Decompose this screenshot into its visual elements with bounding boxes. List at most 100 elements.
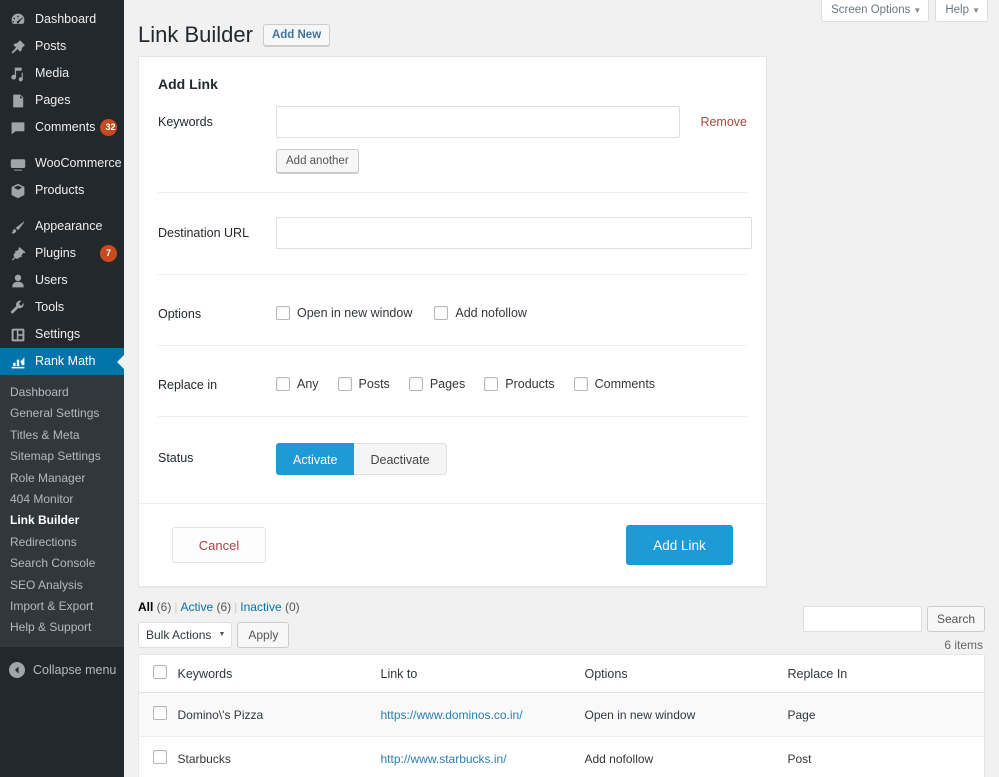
woocommerce-icon (9, 155, 27, 173)
row-checkbox[interactable] (153, 706, 167, 720)
checkbox-icon[interactable] (434, 306, 448, 320)
submenu-item-link-builder[interactable]: Link Builder (0, 510, 124, 531)
sidebar-item-plugins[interactable]: Plugins7 (0, 240, 124, 267)
submenu-item-titles-meta[interactable]: Titles & Meta (0, 425, 124, 446)
search-button[interactable]: Search (927, 606, 985, 632)
submenu-item-help-support[interactable]: Help & Support (0, 617, 124, 638)
submenu-item-dashboard[interactable]: Dashboard (0, 382, 124, 403)
add-another-row: Add another (139, 138, 766, 192)
submenu-item-role-manager[interactable]: Role Manager (0, 468, 124, 489)
cell-replace-in: Post (788, 737, 985, 777)
admin-page: DashboardPostsMediaPagesComments32WooCom… (0, 0, 999, 777)
replace-checkbox-comments[interactable]: Comments (574, 377, 655, 391)
search-input[interactable] (803, 606, 922, 632)
chevron-down-icon: ▼ (218, 623, 225, 647)
apply-button[interactable]: Apply (237, 622, 289, 648)
sidebar-item-woocommerce[interactable]: WooCommerce (0, 150, 124, 177)
submenu-item-redirections[interactable]: Redirections (0, 532, 124, 553)
sidebar-item-comments[interactable]: Comments32 (0, 114, 124, 141)
filter-link-inactive[interactable]: Inactive (0) (240, 600, 299, 614)
table-header-row: Keywords Link to Options Replace In (139, 655, 985, 693)
remove-keyword-link[interactable]: Remove (700, 115, 747, 129)
replace-checkbox-any[interactable]: Any (276, 377, 319, 391)
sidebar-item-pages[interactable]: Pages (0, 87, 124, 114)
sidebar-item-label: Rank Math (35, 348, 124, 375)
add-new-button[interactable]: Add New (263, 24, 330, 46)
sidebar-item-products[interactable]: Products (0, 177, 124, 204)
replace-checkbox-pages[interactable]: Pages (409, 377, 465, 391)
cancel-button[interactable]: Cancel (172, 527, 266, 563)
submenu-item-search-console[interactable]: Search Console (0, 553, 124, 574)
checkbox-icon[interactable] (276, 306, 290, 320)
destination-row: Destination URL (139, 193, 766, 274)
link-to-url[interactable]: http://www.starbucks.in/ (381, 752, 507, 766)
add-link-submit-button[interactable]: Add Link (626, 525, 733, 565)
checkbox-icon[interactable] (409, 377, 423, 391)
sidebar-item-label: Plugins (35, 240, 95, 267)
sidebar-item-settings[interactable]: Settings (0, 321, 124, 348)
select-all-checkbox[interactable] (153, 665, 167, 679)
filter-link-all[interactable]: All (6) (138, 600, 171, 614)
add-another-button[interactable]: Add another (276, 149, 359, 173)
checkbox-icon[interactable] (484, 377, 498, 391)
submenu-item-404-monitor[interactable]: 404 Monitor (0, 489, 124, 510)
sidebar-item-dashboard[interactable]: Dashboard (0, 6, 124, 33)
option-checkbox-add-nofollow[interactable]: Add nofollow (434, 306, 527, 320)
spacer (158, 149, 276, 158)
main-content: Screen Options ▼ Help ▼ Link Builder Add… (124, 0, 999, 777)
sidebar-item-posts[interactable]: Posts (0, 33, 124, 60)
brush-icon (9, 218, 27, 236)
replace-checkbox-posts[interactable]: Posts (338, 377, 390, 391)
keywords-label: Keywords (158, 106, 276, 129)
screen-options-label: Screen Options (831, 4, 910, 16)
replace-checkbox-products[interactable]: Products (484, 377, 554, 391)
submenu-item-general-settings[interactable]: General Settings (0, 403, 124, 424)
cell-link-to: http://www.starbucks.in/ (381, 737, 585, 777)
checkbox-label: Pages (430, 377, 465, 391)
checkbox-icon[interactable] (276, 377, 290, 391)
screen-options-button[interactable]: Screen Options ▼ (821, 0, 929, 22)
table-body: Domino\'s Pizzahttps://www.dominos.co.in… (139, 693, 985, 777)
help-button[interactable]: Help ▼ (935, 0, 988, 22)
link-to-url[interactable]: https://www.dominos.co.in/ (381, 708, 523, 722)
sidebar-item-users[interactable]: Users (0, 267, 124, 294)
submenu-item-import-export[interactable]: Import & Export (0, 596, 124, 617)
card-title: Add Link (139, 57, 766, 92)
checkbox-label: Any (297, 377, 319, 391)
sidebar-item-media[interactable]: Media (0, 60, 124, 87)
sidebar-item-tools[interactable]: Tools (0, 294, 124, 321)
select-all-header (139, 655, 178, 693)
sidebar-item-appearance[interactable]: Appearance (0, 213, 124, 240)
deactivate-button[interactable]: Deactivate (354, 443, 446, 475)
sidebar-item-label: Products (35, 177, 124, 204)
sidebar-item-label: Posts (35, 33, 124, 60)
column-header-replace-in[interactable]: Replace In (788, 655, 985, 693)
activate-button[interactable]: Activate (276, 443, 354, 475)
destination-url-input[interactable] (276, 217, 752, 249)
options-row: Options Open in new windowAdd nofollow (139, 275, 766, 345)
checkbox-label: Posts (359, 377, 390, 391)
submenu-item-sitemap-settings[interactable]: Sitemap Settings (0, 446, 124, 467)
screen-meta-links: Screen Options ▼ Help ▼ (821, 0, 988, 22)
column-header-keywords[interactable]: Keywords (178, 655, 381, 693)
checkbox-icon[interactable] (338, 377, 352, 391)
option-checkbox-open-in-new-window[interactable]: Open in new window (276, 306, 412, 320)
column-header-options[interactable]: Options (585, 655, 788, 693)
checkbox-icon[interactable] (574, 377, 588, 391)
column-header-link-to[interactable]: Link to (381, 655, 585, 693)
table-row: Starbuckshttp://www.starbucks.in/Add nof… (139, 737, 985, 777)
bulk-actions-select[interactable]: Bulk Actions ▼ (138, 622, 232, 648)
item-count-label: 6 items (944, 638, 983, 652)
row-checkbox[interactable] (153, 750, 167, 764)
sidebar-item-label: Pages (35, 87, 124, 114)
sidebar-item-rank-math[interactable]: Rank Math (0, 348, 124, 375)
collapse-menu-label: Collapse menu (33, 663, 116, 677)
box-icon (9, 182, 27, 200)
filter-label: Active (180, 600, 213, 614)
submenu-item-seo-analysis[interactable]: SEO Analysis (0, 575, 124, 596)
keywords-input[interactable] (276, 106, 680, 138)
card-footer: Cancel Add Link (139, 503, 766, 586)
collapse-menu-button[interactable]: Collapse menu (0, 653, 124, 687)
filter-link-active[interactable]: Active (6) (180, 600, 231, 614)
rank-math-icon (9, 353, 27, 371)
